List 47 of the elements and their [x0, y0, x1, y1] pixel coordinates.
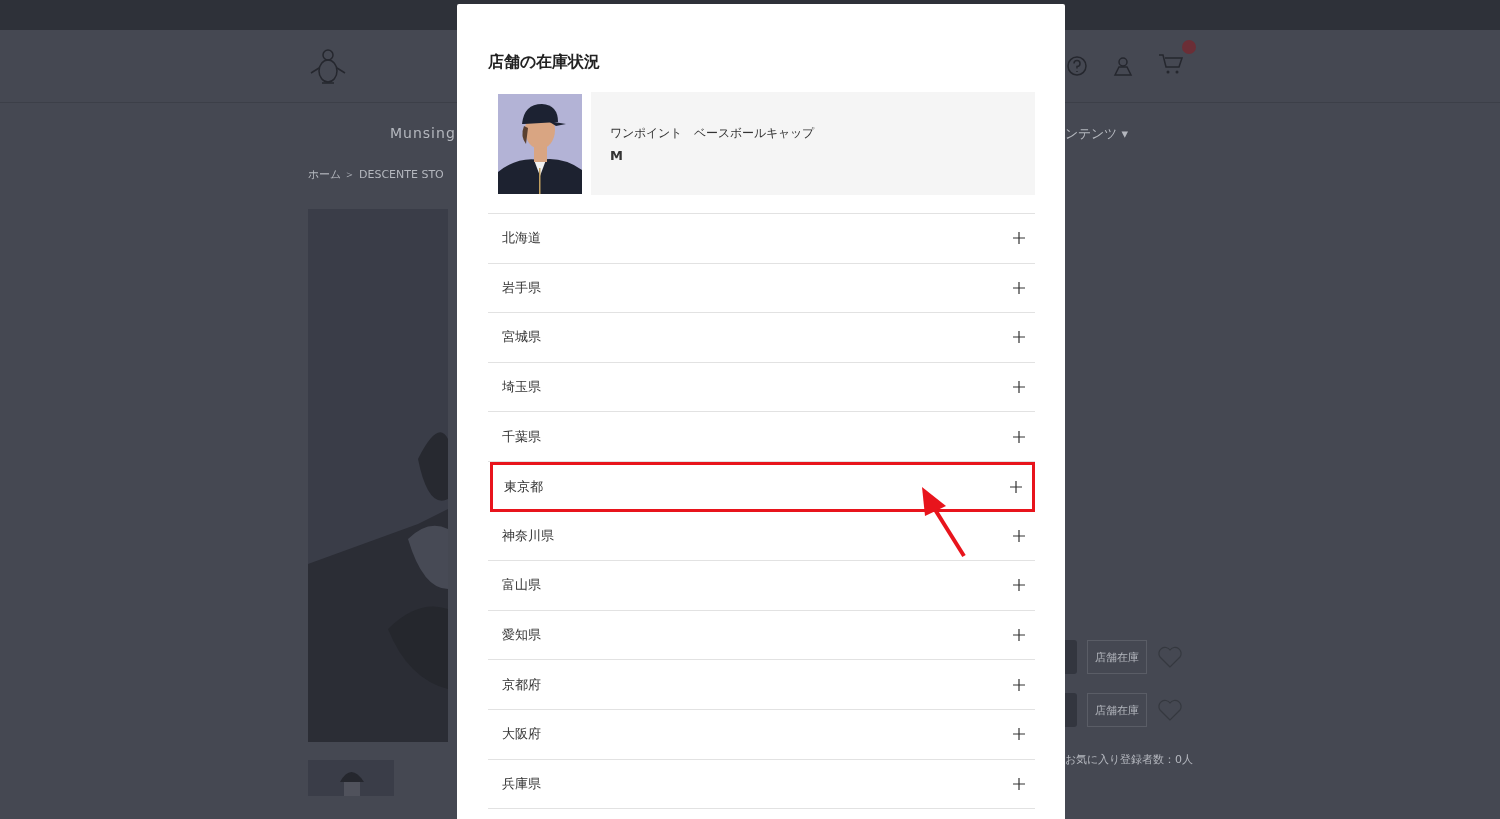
prefecture-row[interactable]: 千葉県: [488, 412, 1035, 462]
prefecture-row[interactable]: 兵庫県: [488, 759, 1035, 810]
prefecture-name: 埼玉県: [502, 378, 541, 397]
prefecture-name: 兵庫県: [502, 774, 541, 793]
product-name: ワンポイント ベースボールキャップ: [610, 124, 814, 142]
prefecture-row[interactable]: 神奈川県: [488, 511, 1035, 562]
prefecture-row[interactable]: 大阪府: [488, 709, 1035, 760]
plus-icon[interactable]: [1013, 728, 1025, 741]
prefecture-row[interactable]: 富山県: [488, 561, 1035, 611]
prefecture-name: 大阪府: [502, 725, 541, 744]
modal-title: 店舗の在庫状況: [488, 52, 601, 73]
prefecture-name: 千葉県: [502, 427, 541, 446]
prefecture-row[interactable]: 宮城県: [488, 313, 1035, 363]
prefecture-name: 岩手県: [502, 278, 541, 297]
prefecture-row[interactable]: 岩手県: [488, 263, 1035, 314]
breadcrumb[interactable]: ホーム ＞ DESCENTE STO: [308, 168, 444, 181]
plus-icon[interactable]: [1013, 232, 1025, 245]
plus-icon[interactable]: [1013, 579, 1025, 592]
nav-link[interactable]: Munsing: [390, 125, 456, 163]
plus-icon[interactable]: [1013, 430, 1025, 443]
prefecture-row[interactable]: 京都府: [488, 660, 1035, 710]
plus-icon[interactable]: [1013, 678, 1025, 691]
prefecture-row[interactable]: 北海道: [488, 214, 1035, 264]
prefecture-row[interactable]: 愛知県: [488, 610, 1035, 661]
prefecture-row[interactable]: 東京都: [490, 461, 1035, 512]
store-stock-button[interactable]: 店舗在庫: [1087, 640, 1147, 674]
cart-badge: [1182, 40, 1196, 54]
prefecture-name: 京都府: [502, 675, 541, 694]
nav-link[interactable]: ンテンツ ▾: [1065, 125, 1128, 163]
product-size: M: [610, 147, 624, 163]
plus-icon[interactable]: [1013, 281, 1025, 294]
pointer-arrow: [922, 487, 966, 558]
plus-icon[interactable]: [1013, 529, 1025, 542]
plus-icon[interactable]: [1013, 629, 1025, 642]
plus-icon[interactable]: [1010, 480, 1022, 493]
prefecture-name: 神奈川県: [502, 526, 554, 545]
plus-icon[interactable]: [1013, 331, 1025, 344]
prefecture-row[interactable]: 埼玉県: [488, 362, 1035, 413]
prefecture-name: 宮城県: [502, 328, 541, 347]
prefecture-name: 東京都: [504, 477, 543, 496]
store-stock-button[interactable]: 店舗在庫: [1087, 693, 1147, 727]
prefecture-name: 北海道: [502, 229, 541, 248]
plus-icon[interactable]: [1013, 381, 1025, 394]
prefecture-name: 愛知県: [502, 626, 541, 645]
favorites-count: お気に入り登録者数：0人: [1065, 752, 1192, 767]
plus-icon[interactable]: [1013, 777, 1025, 790]
prefecture-name: 富山県: [502, 576, 541, 595]
